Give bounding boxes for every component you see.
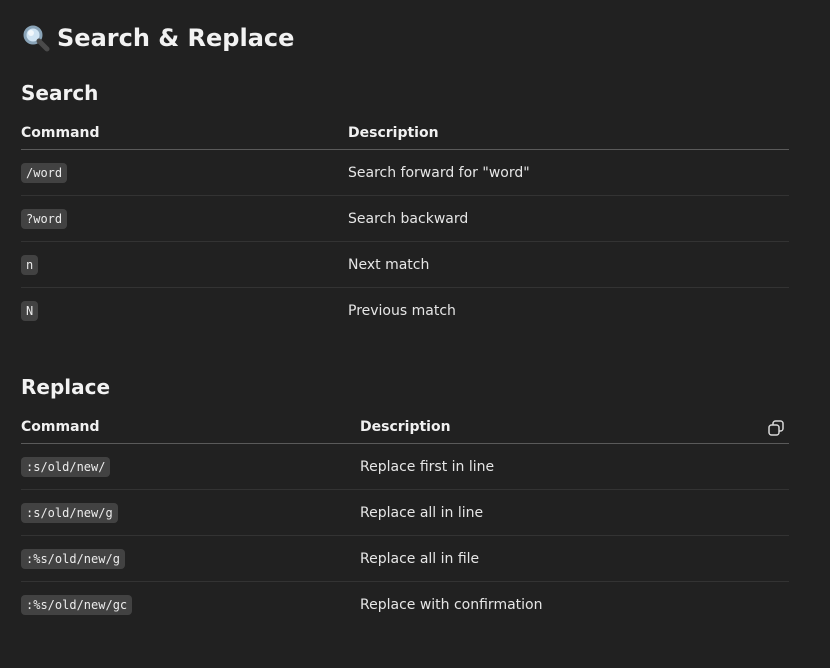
- command-description: Replace all in line: [360, 504, 484, 521]
- table-header: Command Description: [21, 411, 789, 444]
- column-header-description: Description: [360, 419, 451, 435]
- command-code: :%s/old/new/gc: [21, 595, 133, 615]
- command-code: :s/old/new/: [21, 456, 111, 477]
- table-row: :%s/old/new/g Replace all in file: [21, 536, 789, 582]
- command-code: :%s/old/new/g: [21, 548, 125, 569]
- command-code: /word: [21, 162, 68, 183]
- magnifier-icon: [23, 25, 50, 52]
- table-row: :s/old/new/ Replace first in line: [21, 444, 789, 490]
- command-description: Search forward for "word": [348, 164, 530, 181]
- table-row: n Next match: [21, 242, 789, 288]
- table-row: :s/old/new/g Replace all in line: [21, 490, 789, 536]
- table-row: N Previous match: [21, 288, 789, 334]
- command-description: Replace all in file: [360, 550, 480, 567]
- command-description: Replace first in line: [360, 458, 495, 475]
- search-table: Command Description /word Search forward…: [21, 117, 789, 334]
- column-header-command: Command: [21, 419, 100, 435]
- page-title: Search & Replace: [21, 20, 294, 56]
- section-heading-replace: Replace: [21, 375, 111, 399]
- command-code: n: [21, 254, 39, 275]
- table-row: /word Search forward for "word": [21, 150, 789, 196]
- column-header-description: Description: [348, 125, 439, 141]
- command-code: N: [21, 301, 39, 321]
- column-header-command: Command: [21, 125, 100, 141]
- command-description: Previous match: [348, 303, 456, 319]
- command-description: Next match: [348, 256, 430, 273]
- document-page: Search & Replace Search Command Descript…: [0, 0, 830, 668]
- command-description: Replace with confirmation: [360, 597, 543, 613]
- command-description: Search backward: [348, 210, 469, 227]
- table-row: ?word Search backward: [21, 196, 789, 242]
- command-code: :s/old/new/g: [21, 502, 118, 523]
- copy-icon[interactable]: [767, 419, 785, 437]
- table-header: Command Description: [21, 117, 789, 150]
- section-heading-search: Search: [21, 81, 99, 105]
- replace-table: Command Description :s/old/new/ Replace …: [21, 411, 789, 628]
- page-title-text: Search & Replace: [57, 24, 295, 52]
- command-code: ?word: [21, 208, 68, 229]
- table-row: :%s/old/new/gc Replace with confirmation: [21, 582, 789, 628]
